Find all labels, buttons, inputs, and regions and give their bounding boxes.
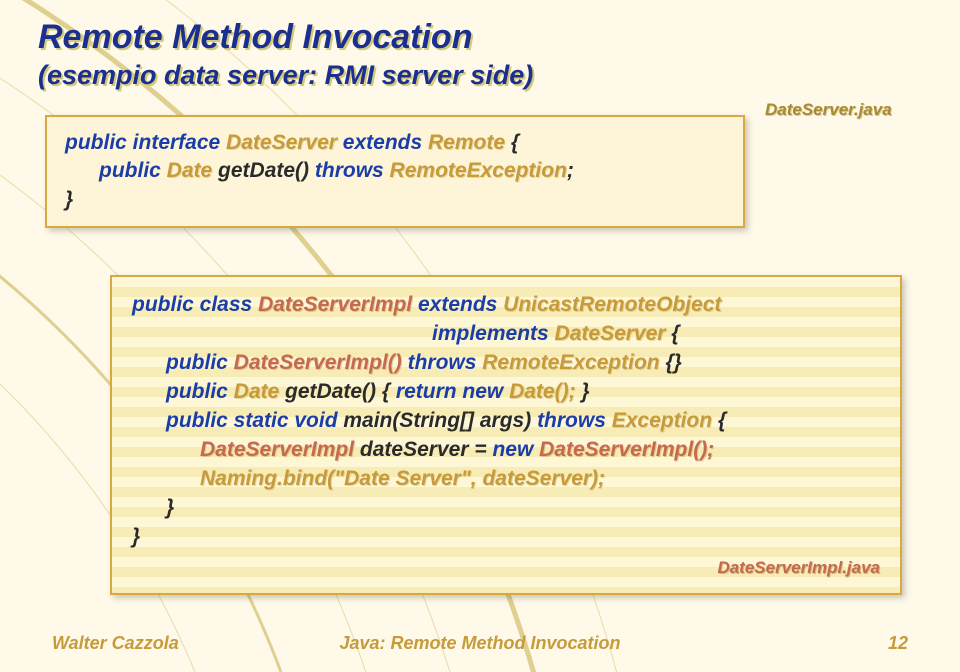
code-text: { — [511, 131, 519, 154]
code-text: RemoteException — [482, 351, 665, 374]
code-box-1: public interface DateServer extends Remo… — [45, 115, 745, 228]
code-text: public — [166, 380, 234, 403]
code-text: } — [581, 380, 589, 403]
code-text: getDate() — [218, 159, 315, 182]
code-text: public interface — [65, 131, 226, 154]
code-text: return new — [396, 380, 509, 403]
code-text: DateServerImpl — [200, 438, 360, 461]
slide-subtitle: (esempio data server: RMI server side) — [38, 60, 533, 91]
code-text: } — [132, 494, 880, 523]
code-text: {} — [665, 351, 681, 374]
code-text: throws — [408, 351, 483, 374]
file-label-1: DateServer.java — [765, 100, 892, 120]
code-text: Exception — [612, 409, 718, 432]
code-text: implements — [432, 322, 555, 345]
code-box-2: public class DateServerImpl extends Unic… — [110, 275, 902, 595]
footer-author: Walter Cazzola — [52, 633, 179, 654]
slide-title: Remote Method Invocation — [38, 18, 472, 57]
code-text: { — [718, 409, 726, 432]
code-text: } — [132, 523, 880, 552]
footer-title: Java: Remote Method Invocation — [339, 633, 620, 654]
code-text: dateServer = — [360, 438, 493, 461]
code-text: DateServerImpl — [258, 293, 418, 316]
code-text: DateServerImpl(); — [539, 438, 714, 461]
code-text: UnicastRemoteObject — [503, 293, 721, 316]
code-text: public — [166, 351, 234, 374]
code-text: Remote — [428, 131, 511, 154]
code-text: main(String[] args) — [343, 409, 537, 432]
file-label-2: DateServerImpl.java — [132, 556, 880, 579]
code-text: throws — [315, 159, 390, 182]
code-text: { — [671, 322, 679, 345]
code-text: Date — [167, 159, 218, 182]
code-text: DateServer — [555, 322, 672, 345]
code-text: ; — [567, 159, 574, 182]
code-text: public static void — [166, 409, 343, 432]
code-text: RemoteException — [390, 159, 567, 182]
code-text: public class — [132, 293, 258, 316]
code-text: getDate() { — [285, 380, 396, 403]
code-text: } — [65, 186, 725, 214]
code-text: throws — [537, 409, 612, 432]
code-text: Date(); — [509, 380, 581, 403]
code-text: extends — [418, 293, 503, 316]
code-text: public — [99, 159, 167, 182]
footer-page: 12 — [888, 633, 908, 654]
code-text: DateServer — [226, 131, 343, 154]
code-text: extends — [343, 131, 428, 154]
code-text: Date — [234, 380, 285, 403]
code-text: DateServerImpl() — [234, 351, 408, 374]
code-text: new — [492, 438, 539, 461]
code-text: Naming.bind("Date Server", dateServer); — [200, 467, 605, 490]
footer: Walter Cazzola Java: Remote Method Invoc… — [0, 633, 960, 654]
